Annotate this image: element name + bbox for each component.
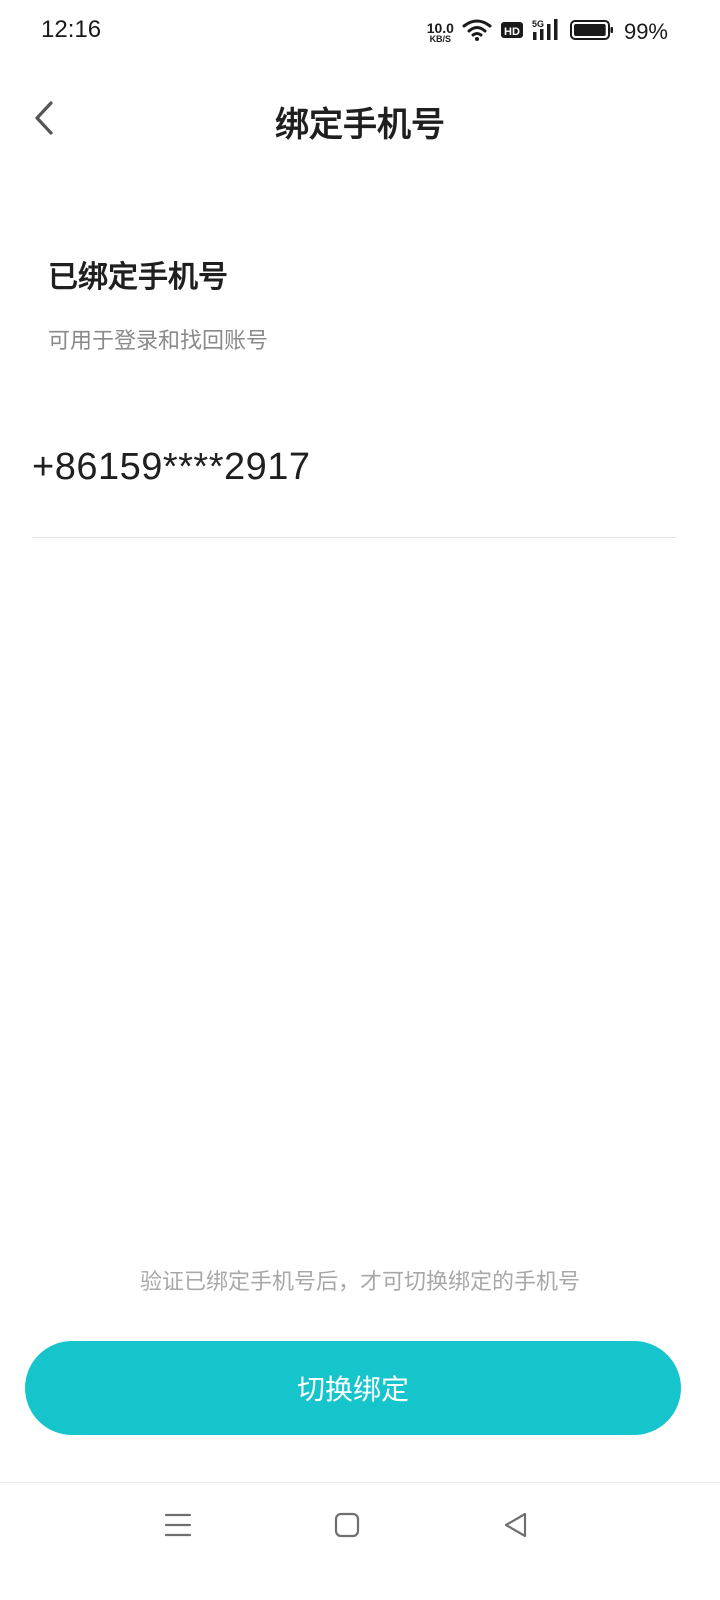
cellular-signal-icon: 5G bbox=[532, 18, 562, 46]
top-bar: 绑定手机号 bbox=[0, 80, 720, 160]
status-time: 12:16 bbox=[41, 16, 102, 43]
battery-percent: 99% bbox=[623, 19, 668, 44]
menu-icon bbox=[164, 1511, 192, 1543]
divider bbox=[32, 537, 676, 538]
page-title: 绑定手机号 bbox=[275, 105, 445, 145]
system-nav-bar bbox=[0, 1483, 720, 1600]
bound-phone-number: +86159****2917 bbox=[32, 446, 311, 488]
home-icon bbox=[334, 1512, 360, 1542]
home-button[interactable] bbox=[317, 1501, 377, 1553]
back-triangle-icon bbox=[502, 1511, 528, 1543]
network-speed: 10.0 KB/S bbox=[427, 21, 454, 44]
status-bar: 12:16 10.0 KB/S HD 5G 99% bbox=[0, 0, 720, 64]
hd-icon: HD bbox=[500, 20, 524, 44]
battery-icon bbox=[569, 19, 614, 45]
switch-binding-button[interactable]: 切换绑定 bbox=[25, 1341, 681, 1435]
system-back-button[interactable] bbox=[485, 1501, 545, 1553]
svg-text:HD: HD bbox=[504, 26, 520, 38]
bound-phone-heading: 已绑定手机号 bbox=[48, 260, 228, 295]
recent-apps-button[interactable] bbox=[148, 1501, 208, 1553]
wifi-icon bbox=[462, 19, 492, 45]
bound-phone-description: 可用于登录和找回账号 bbox=[48, 329, 269, 354]
svg-text:5G: 5G bbox=[532, 19, 544, 29]
status-icons: 10.0 KB/S HD 5G 99% bbox=[427, 18, 668, 46]
network-speed-unit: KB/S bbox=[429, 33, 452, 44]
network-speed-value: 10.0 bbox=[426, 19, 454, 36]
switch-hint-text: 验证已绑定手机号后，才可切换绑定的手机号 bbox=[139, 1270, 580, 1295]
